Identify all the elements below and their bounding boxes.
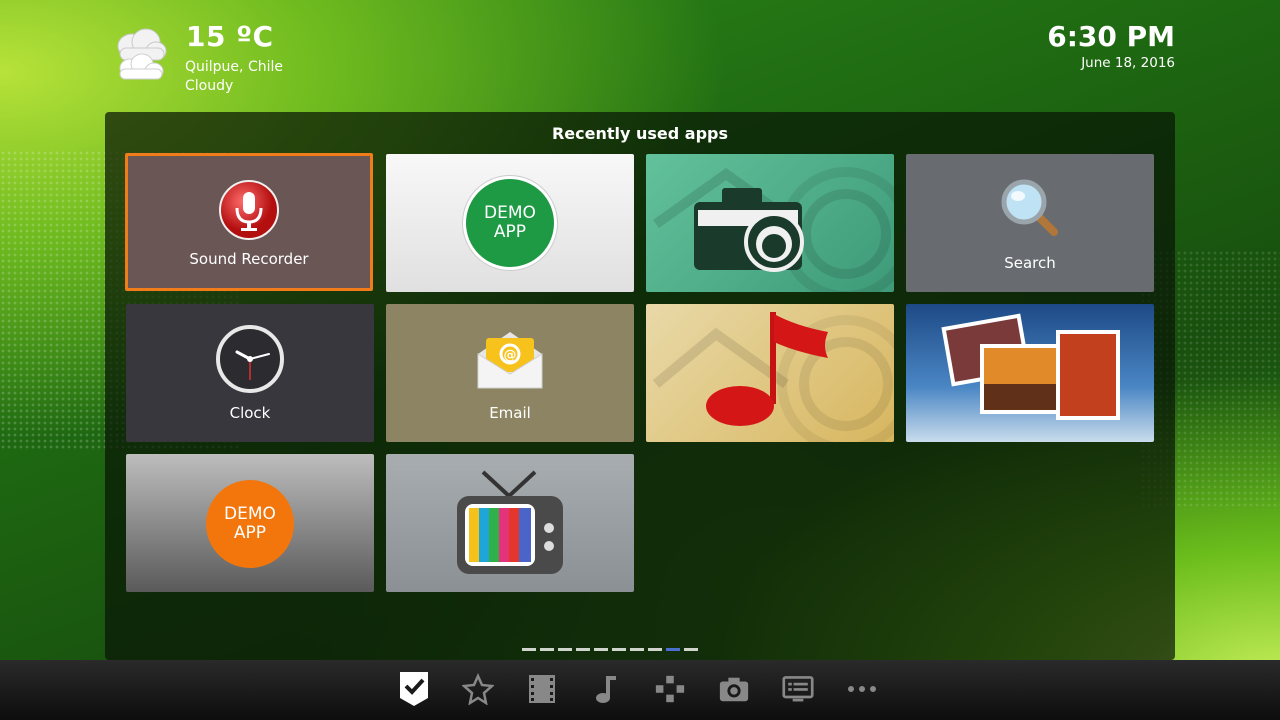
more-icon[interactable] xyxy=(846,670,878,708)
magnifier-icon xyxy=(1001,179,1058,236)
list-icon[interactable] xyxy=(782,670,814,708)
page-dot xyxy=(594,648,608,651)
app-tile-gallery[interactable] xyxy=(906,304,1154,442)
email-icon: @ xyxy=(477,332,543,389)
page-indicator xyxy=(522,648,698,651)
app-tile-tv[interactable] xyxy=(386,454,634,592)
camera-nav-icon[interactable] xyxy=(718,670,750,708)
check-icon[interactable] xyxy=(398,670,430,708)
app-tile-music[interactable] xyxy=(646,304,894,442)
page-dot xyxy=(630,648,644,651)
current-time: 6:30 PM xyxy=(1047,20,1175,53)
page-dot xyxy=(684,648,698,651)
recent-apps-panel: Recently used apps Sound Recorder DEMO A… xyxy=(105,112,1175,660)
tv-icon xyxy=(457,470,563,574)
bottom-nav-bar xyxy=(0,660,1280,720)
demo-app-green-icon: DEMO APP xyxy=(463,176,557,270)
temperature: 15 ºC xyxy=(186,20,274,53)
page-dot xyxy=(666,648,680,651)
page-dot xyxy=(540,648,554,651)
microphone-icon xyxy=(219,180,279,240)
clock-icon xyxy=(216,325,284,393)
film-icon[interactable] xyxy=(526,670,558,708)
app-tile-email[interactable]: @ Email xyxy=(386,304,634,442)
current-date: June 18, 2016 xyxy=(1081,55,1175,71)
weather-condition: Cloudy xyxy=(185,78,234,94)
weather-location: Quilpue, Chile xyxy=(185,59,283,75)
app-tile-demo-app-green[interactable]: DEMO APP xyxy=(386,154,634,292)
app-tile-clock[interactable]: Clock xyxy=(126,304,374,442)
app-tile-search[interactable]: Search xyxy=(906,154,1154,292)
page-dot xyxy=(612,648,626,651)
camera-icon xyxy=(653,167,894,292)
app-label: Email xyxy=(489,404,531,422)
app-label: Search xyxy=(1004,254,1056,272)
svg-text:@: @ xyxy=(504,348,517,363)
page-dot xyxy=(558,648,572,651)
demo-app-text: DEMO APP xyxy=(484,203,536,242)
star-icon[interactable] xyxy=(462,670,494,708)
app-tile-camera[interactable] xyxy=(646,154,894,292)
app-label: Clock xyxy=(229,404,271,422)
panel-title: Recently used apps xyxy=(551,124,729,143)
cloud-icon xyxy=(117,28,167,80)
page-dot xyxy=(576,648,590,651)
page-dot xyxy=(522,648,536,651)
demo-app-text: DEMO APP xyxy=(224,504,276,543)
app-tile-sound-recorder[interactable]: Sound Recorder xyxy=(125,153,373,291)
app-tile-demo-app-orange[interactable]: DEMO APP xyxy=(126,454,374,592)
music-icon[interactable] xyxy=(590,670,622,708)
music-note-icon xyxy=(652,312,894,442)
page-dot xyxy=(648,648,662,651)
demo-app-orange-icon: DEMO APP xyxy=(206,480,294,568)
gallery-icon xyxy=(941,313,1120,420)
app-label: Sound Recorder xyxy=(189,250,309,268)
gamepad-icon[interactable] xyxy=(654,670,686,708)
clock-widget: 6:30 PM June 18, 2016 xyxy=(1047,20,1175,71)
weather-widget[interactable]: 15 ºC Quilpue, Chile Cloudy xyxy=(108,20,308,100)
